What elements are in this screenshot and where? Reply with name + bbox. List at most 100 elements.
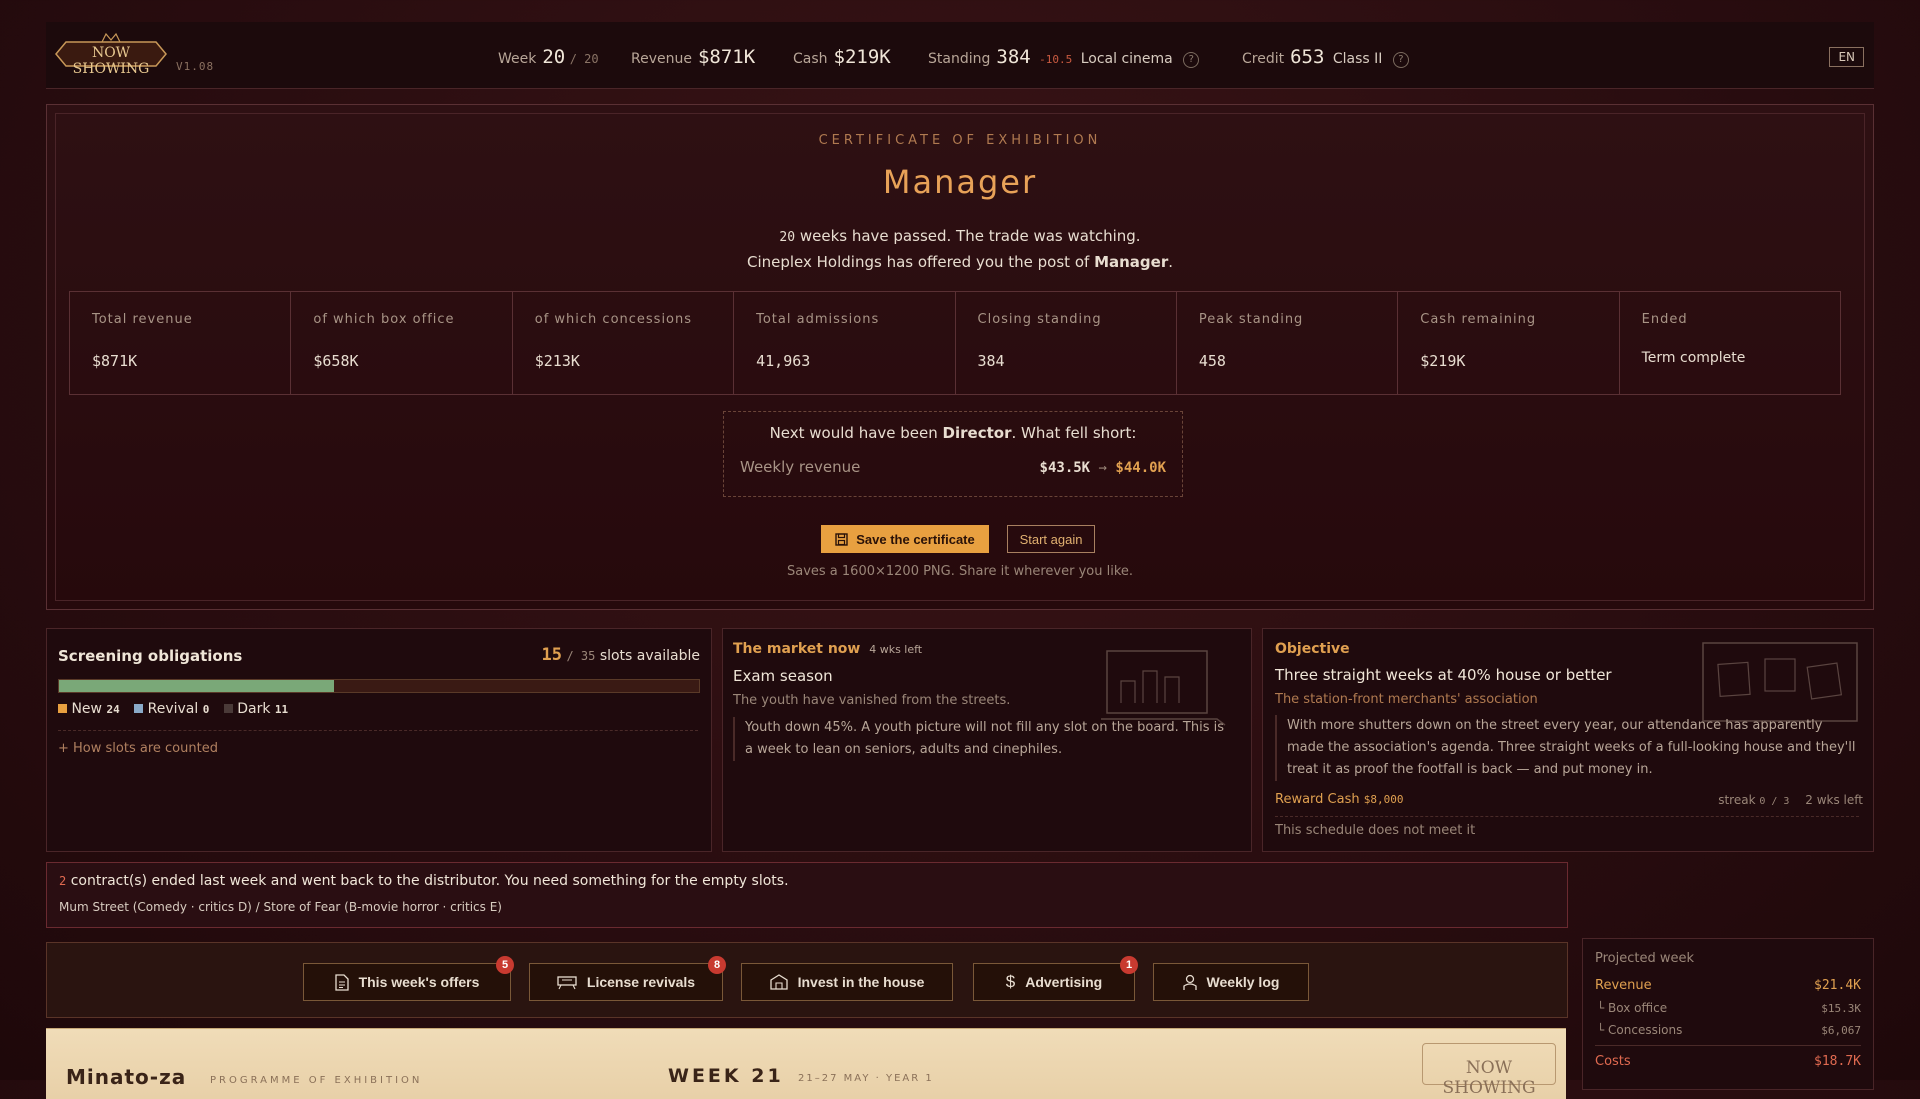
shortfall-title: Next would have been Director. What fell… — [769, 424, 1137, 442]
dollar-icon: $ — [1005, 972, 1016, 991]
notice-count: 2 — [59, 874, 67, 888]
ended-films: Mum Street (Comedy · critics D) / Store … — [59, 900, 502, 914]
slots-progress-bar — [58, 679, 700, 693]
credit-class: Class II — [1332, 51, 1383, 67]
market-chart-icon — [1101, 650, 1226, 726]
revenue-value: $871K — [697, 46, 756, 68]
credit-stat: Credit 653 Class II ? — [1242, 46, 1409, 68]
market-weeks-left: 4 wks left — [869, 643, 923, 656]
programme-logo: NOW SHOWING — [1422, 1043, 1556, 1098]
projected-conc: $6,067 — [1821, 1024, 1861, 1037]
weekly-offers-button[interactable]: This week's offers 5 — [303, 956, 514, 1001]
shortfall-values: $43.5K → $44.0K — [1039, 460, 1166, 476]
objective-title: Objective — [1275, 641, 1350, 657]
revivals-badge: 8 — [708, 956, 726, 974]
obligations-title: Screening obligations — [58, 647, 243, 665]
objective-status: This schedule does not meet it — [1275, 823, 1476, 838]
cash-value: $219K — [833, 46, 891, 68]
stat-concessions: of which concessions $213K — [513, 292, 735, 394]
objective-reward: Reward Cash $8,000 — [1275, 792, 1404, 807]
stat-ended: Ended Term complete — [1641, 312, 1746, 366]
advertising-button[interactable]: $ Advertising 1 — [973, 956, 1138, 1001]
programme-kicker: PROGRAMME OF EXHIBITION — [210, 1075, 423, 1086]
line1-text: weeks have passed. The trade was watchin… — [799, 227, 1141, 245]
objective-sponsor: The station-front merchants' association — [1275, 692, 1538, 707]
week-stat: Week 20 / 20 — [498, 46, 599, 68]
certificate-title: Manager — [882, 163, 1038, 201]
action-bar: This week's offers 5 License revivals 8 … — [46, 942, 1568, 1018]
contract-notice: 2 contract(s) ended last week and went b… — [46, 862, 1568, 928]
projected-conc-label: └ Concessions — [1597, 1023, 1683, 1037]
invest-house-button[interactable]: Invest in the house — [741, 963, 953, 1001]
document-icon — [334, 973, 349, 991]
credit-label: Credit — [1242, 51, 1285, 67]
weekly-log-button[interactable]: Weekly log — [1153, 963, 1309, 1001]
stat-peak-standing: Peak standing 458 — [1177, 292, 1399, 394]
logo-text: NOW SHOWING — [72, 45, 150, 77]
certificate-stats: Total revenue $871K of which box office $6… — [69, 291, 1841, 395]
offered-post: Manager — [1094, 253, 1169, 271]
notice-text: 2 contract(s) ended last week and went b… — [59, 873, 789, 889]
offers-badge: 5 — [496, 956, 514, 974]
next-rank: Director — [942, 424, 1012, 442]
revenue-stat: Revenue $871K — [631, 46, 755, 68]
programme-dates: 21–27 MAY · YEAR 1 — [798, 1073, 934, 1084]
certificate-kicker: CERTIFICATE OF EXHIBITION — [818, 133, 1102, 148]
new-swatch — [58, 704, 67, 713]
week-total: / 20 — [569, 52, 599, 66]
slots-available: 15 / 35 slots available — [541, 645, 700, 665]
revenue-label: Revenue — [631, 51, 692, 67]
objective-goal: Three straight weeks at 40% house or bet… — [1275, 666, 1612, 684]
standing-help-icon[interactable]: ? — [1183, 52, 1200, 68]
license-revivals-button[interactable]: License revivals 8 — [529, 956, 726, 1001]
documents-icon — [1702, 642, 1858, 722]
objective-body: With more shutters down on the street ev… — [1275, 715, 1859, 781]
line2-text: Cineplex Holdings has offered you the po… — [746, 253, 1090, 271]
market-title: The market now 4 wks left — [733, 641, 923, 657]
standing-value: 384 — [996, 46, 1031, 68]
slots-progress-fill — [59, 680, 335, 692]
market-panel: The market now 4 wks left Exam season Th… — [722, 628, 1252, 852]
screening-obligations-panel: Screening obligations 15 / 35 slots avai… — [46, 628, 712, 852]
theatre-name: Minato-za — [66, 1065, 187, 1089]
programme-sheet: Minato-za PROGRAMME OF EXHIBITION WEEK 2… — [46, 1028, 1566, 1099]
standing-tier: Local cinema — [1080, 51, 1173, 67]
credit-value: 653 — [1290, 46, 1325, 68]
save-label: Save the certificate — [856, 531, 975, 547]
credit-help-icon[interactable]: ? — [1392, 52, 1409, 68]
save-certificate-button[interactable]: Save the certificate — [821, 525, 989, 553]
projected-week-panel: Projected week Revenue $21.4K └ Box offi… — [1582, 938, 1874, 1090]
market-event: Exam season — [733, 667, 833, 685]
standing-delta: -10.5 — [1039, 53, 1073, 66]
projected-revenue: $21.4K — [1814, 978, 1861, 993]
standing-label: Standing — [928, 51, 991, 67]
market-body: Youth down 45%. A youth picture will not… — [733, 717, 1233, 761]
projected-costs-label: Costs — [1595, 1054, 1631, 1069]
projector-icon — [557, 975, 577, 989]
cash-label: Cash — [793, 51, 828, 67]
start-again-button[interactable]: Start again — [1007, 525, 1095, 553]
stat-box-office: of which box office $658K — [291, 292, 513, 394]
projected-box: $15.3K — [1821, 1002, 1861, 1015]
objective-streak: streak 0 / 3 2 wks left — [1718, 793, 1863, 807]
stat-closing-standing: Closing standing 384 — [956, 292, 1177, 394]
save-note: Saves a 1600×1200 PNG. Share it wherever… — [786, 564, 1134, 579]
shortfall-box: Next would have been Director. What fell… — [723, 411, 1183, 497]
version-label: V1.08 — [176, 60, 215, 73]
building-icon — [769, 974, 788, 990]
weeks-count: 20 — [779, 230, 796, 245]
slot-legend: New 24 Revival 0 Dark 11 — [58, 701, 288, 717]
objective-weeks-left: 2 wks left — [1805, 793, 1863, 807]
dark-swatch — [223, 704, 233, 713]
revival-swatch — [134, 704, 144, 713]
market-subtitle: The youth have vanished from the streets… — [733, 693, 1011, 708]
objective-panel: Objective Three straight weeks at 40% ho… — [1262, 628, 1874, 852]
floppy-icon — [835, 532, 848, 546]
person-icon — [1182, 974, 1197, 990]
language-button[interactable]: EN — [1829, 47, 1864, 67]
shortfall-metric: Weekly revenue — [740, 458, 861, 476]
week-label: Week — [498, 51, 537, 67]
week-value: 20 — [542, 46, 566, 68]
projected-costs: $18.7K — [1814, 1054, 1861, 1069]
how-slots-counted-link[interactable]: + How slots are counted — [58, 741, 218, 756]
